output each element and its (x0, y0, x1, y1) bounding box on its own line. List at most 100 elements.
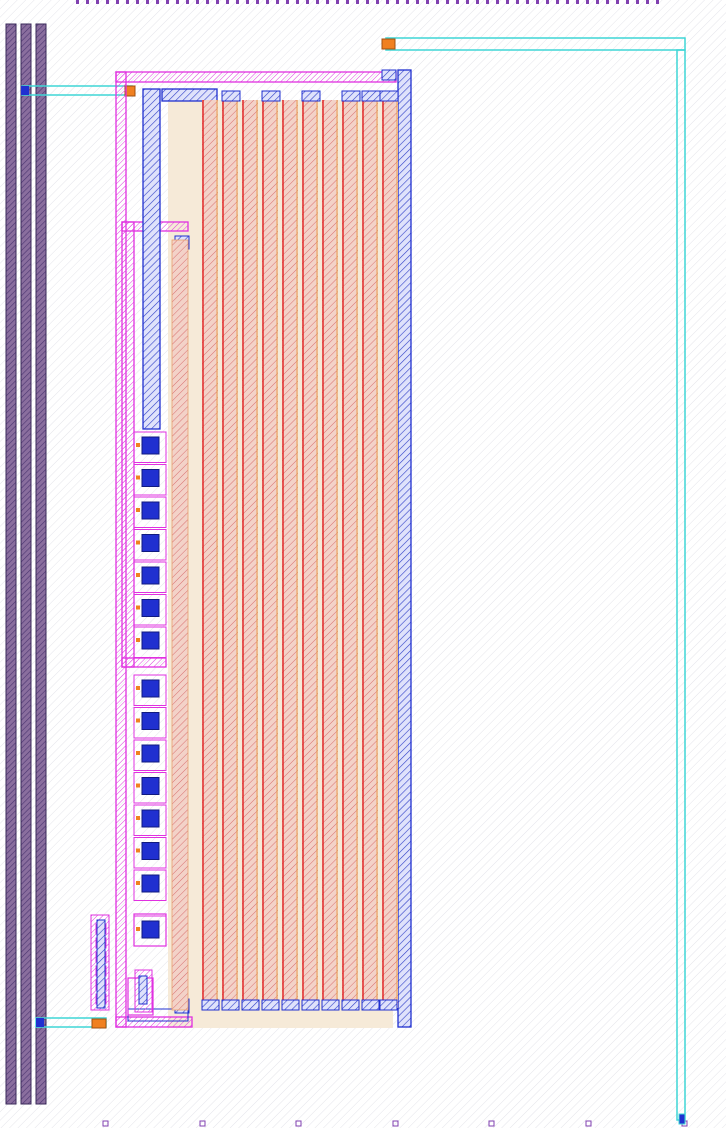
top-pin-mark (496, 0, 499, 4)
finger-bottom-strap (221, 999, 240, 1011)
top-pin-mark (216, 0, 219, 4)
power-rail-1 (5, 23, 17, 1105)
via-contact-icon (141, 920, 160, 939)
contact-tap (136, 540, 140, 545)
poly-finger-body (362, 100, 378, 1008)
top-pin-mark (646, 0, 649, 4)
contact-tap (136, 783, 140, 788)
via-left-bottom (91, 1018, 107, 1029)
top-pin-mark (266, 0, 269, 4)
logic-cell-contact (138, 975, 148, 1005)
contact-tap (136, 927, 140, 931)
top-pin-mark (146, 0, 149, 4)
top-pin-mark (466, 0, 469, 4)
finger-top-strap (261, 90, 281, 102)
diffusion-inner-strip (171, 239, 189, 1011)
via-contact-icon (141, 744, 160, 763)
top-pin-mark (556, 0, 559, 4)
top-pin-mark (486, 0, 489, 4)
top-pin-mark (296, 0, 299, 4)
top-pin-mark (436, 0, 439, 4)
top-pin-mark (506, 0, 509, 4)
top-pin-mark (196, 0, 199, 4)
power-rail-2 (20, 23, 32, 1105)
finger-bottom-strap (301, 999, 320, 1011)
poly-finger-body (242, 100, 258, 1008)
well-inner-left (121, 221, 135, 668)
contact-tap (136, 605, 140, 610)
poly-finger-body (302, 100, 318, 1008)
via-rail-top (21, 86, 29, 95)
via-contact-icon (141, 599, 160, 617)
top-pin-mark (246, 0, 249, 4)
top-pin-mark (446, 0, 449, 4)
top-pin-mark (616, 0, 619, 4)
via-rail-bottom (36, 1018, 44, 1027)
via-top-right (381, 38, 396, 50)
top-pin-mark (376, 0, 379, 4)
via-contact-icon (141, 436, 160, 455)
top-pin-mark (606, 0, 609, 4)
well-outline-top (115, 71, 397, 83)
top-pin-mark (326, 0, 329, 4)
via-contact-icon (141, 679, 160, 698)
top-pin-mark (276, 0, 279, 4)
contact-tap (136, 881, 140, 885)
top-pin-mark (306, 0, 309, 4)
via-contact-icon (141, 842, 160, 860)
top-pin-mark (566, 0, 569, 4)
top-pin-mark (256, 0, 259, 4)
top-pin-mark (586, 0, 589, 4)
via-contact-icon (141, 809, 160, 828)
finger-bottom-strap (341, 999, 360, 1011)
finger-bottom-strap (361, 999, 380, 1011)
via-contact-icon (141, 777, 160, 795)
finger-bottom-strap (281, 999, 300, 1011)
contact-tap (136, 848, 140, 853)
via-contact-icon (141, 631, 160, 650)
finger-top-strap (379, 90, 399, 102)
via-contact-icon (141, 712, 160, 730)
contact-tap (136, 475, 140, 480)
finger-bottom-strap (379, 999, 398, 1011)
poly-finger-body (262, 100, 278, 1008)
top-pin-mark (156, 0, 159, 4)
top-pin-mark (366, 0, 369, 4)
via-contact-icon (141, 501, 160, 520)
finger-top-strap (361, 90, 381, 102)
top-pin-mark (126, 0, 129, 4)
top-pin-mark (636, 0, 639, 4)
top-pin-mark (596, 0, 599, 4)
poly-finger-body (282, 100, 298, 1008)
top-pin-mark (286, 0, 289, 4)
contact-tap (136, 443, 140, 447)
top-pin-mark (396, 0, 399, 4)
top-pin-mark (136, 0, 139, 4)
poly-finger-body (342, 100, 358, 1008)
contact-tap (136, 751, 140, 755)
top-pin-mark (336, 0, 339, 4)
top-pin-mark (86, 0, 89, 4)
metal1-left-strap (142, 88, 161, 430)
well-inner-bottom (121, 657, 167, 668)
metal1-right-tab (381, 69, 397, 81)
finger-top-strap (341, 90, 361, 102)
top-pin-mark (316, 0, 319, 4)
top-pin-mark (116, 0, 119, 4)
top-pin-mark (426, 0, 429, 4)
finger-bottom-strap (321, 999, 340, 1011)
contact-tap (136, 638, 140, 642)
contact-tap (136, 718, 140, 723)
diffusion-region (168, 100, 393, 1028)
via-contact-icon (141, 874, 160, 893)
top-pin-mark (526, 0, 529, 4)
layout-canvas (0, 0, 726, 1128)
top-pin-mark (546, 0, 549, 4)
top-pin-mark (186, 0, 189, 4)
top-pin-mark (206, 0, 209, 4)
logic-cell-metal (96, 919, 106, 1009)
top-pin-mark (576, 0, 579, 4)
top-pin-mark (456, 0, 459, 4)
top-pin-mark (656, 0, 659, 4)
top-pin-mark (236, 0, 239, 4)
